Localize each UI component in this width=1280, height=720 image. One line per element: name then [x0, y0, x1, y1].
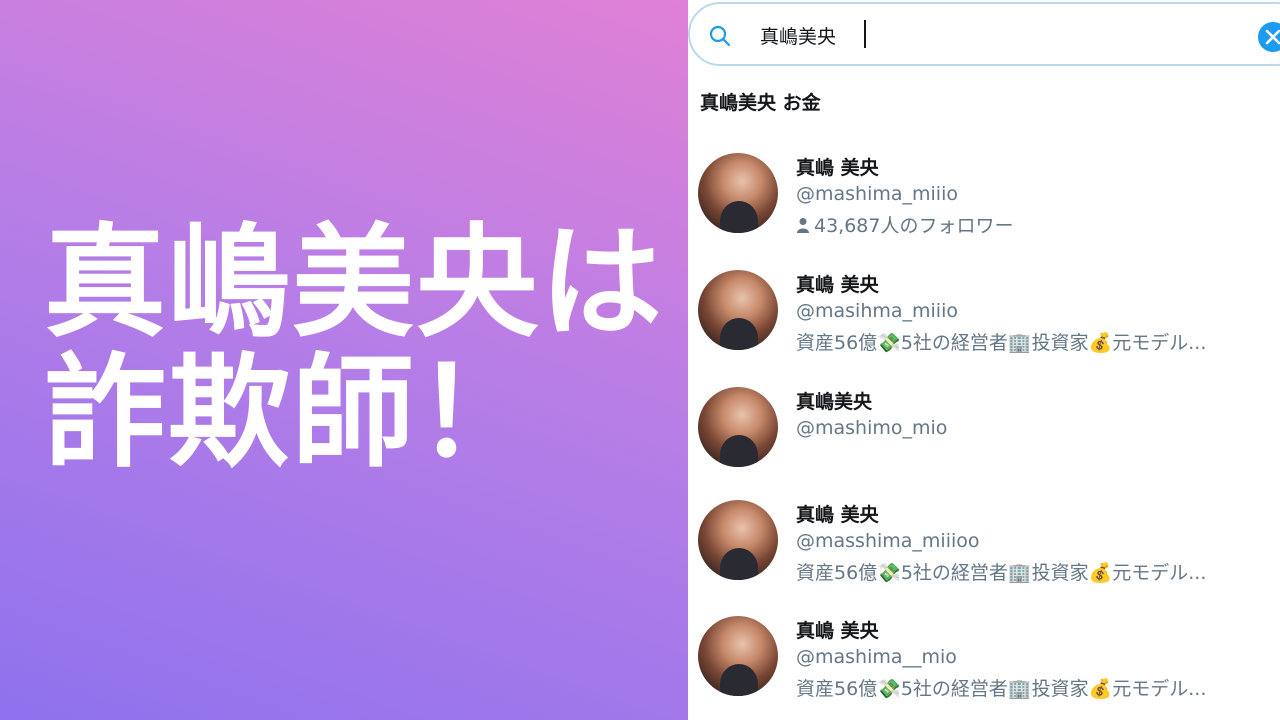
- account-bio: 資産56億💸5社の経営者🏢投資家💰元モデル...: [796, 678, 1207, 700]
- account-handle: @mashima__mio: [796, 646, 957, 668]
- headline-line-2: 詐欺師！: [44, 342, 540, 484]
- account-bio: 資産56億💸5社の経営者🏢投資家💰元モデル...: [796, 332, 1207, 354]
- account-name: 真嶋美央: [796, 391, 873, 413]
- search-panel: 真嶋美央 真嶋美央 お金 真嶋 美央 @mashima_miiio 43,687…: [688, 0, 1280, 720]
- account-handle: @mashimo_mio: [796, 417, 948, 439]
- account-handle: @masshima_miiioo: [796, 530, 980, 552]
- account-result[interactable]: 真嶋 美央 @mashima__mio 資産56億💸5社の経営者🏢投資家💰元モデ…: [688, 616, 1280, 720]
- avatar: [698, 387, 778, 467]
- title-banner: 真嶋美央は 詐欺師！: [0, 0, 688, 720]
- search-query: 真嶋美央: [760, 26, 837, 48]
- account-handle: @mashima_miiio: [796, 183, 958, 205]
- avatar: [698, 153, 778, 233]
- account-result[interactable]: 真嶋 美央 @masihma_miiio 資産56億💸5社の経営者🏢投資家💰元モ…: [688, 270, 1280, 380]
- account-name: 真嶋 美央: [796, 620, 879, 642]
- account-bio: 資産56億💸5社の経営者🏢投資家💰元モデル...: [796, 562, 1207, 584]
- account-name: 真嶋 美央: [796, 157, 879, 179]
- close-icon: [1265, 29, 1280, 45]
- follower-count: 43,687人のフォロワー: [796, 211, 1013, 238]
- person-icon: [797, 218, 809, 233]
- clear-search-button[interactable]: [1258, 22, 1280, 52]
- search-suggestion[interactable]: 真嶋美央 お金: [700, 88, 821, 115]
- account-result[interactable]: 真嶋美央 @mashimo_mio: [688, 387, 1280, 497]
- avatar: [698, 270, 778, 350]
- search-input[interactable]: 真嶋美央: [688, 2, 1280, 66]
- account-result[interactable]: 真嶋 美央 @mashima_miiio 43,687人のフォロワー: [688, 153, 1280, 263]
- account-handle: @masihma_miiio: [796, 300, 958, 322]
- headline-line-1: 真嶋美央は: [44, 212, 664, 354]
- avatar: [698, 616, 778, 696]
- account-result[interactable]: 真嶋 美央 @masshima_miiioo 資産56億💸5社の経営者🏢投資家💰…: [688, 500, 1280, 610]
- search-icon: [709, 25, 731, 47]
- headline: 真嶋美央は 詐欺師！: [44, 218, 664, 478]
- text-cursor: [864, 20, 866, 48]
- account-name: 真嶋 美央: [796, 504, 879, 526]
- avatar: [698, 500, 778, 580]
- follower-count-text: 43,687人のフォロワー: [814, 215, 1014, 237]
- account-name: 真嶋 美央: [796, 274, 879, 296]
